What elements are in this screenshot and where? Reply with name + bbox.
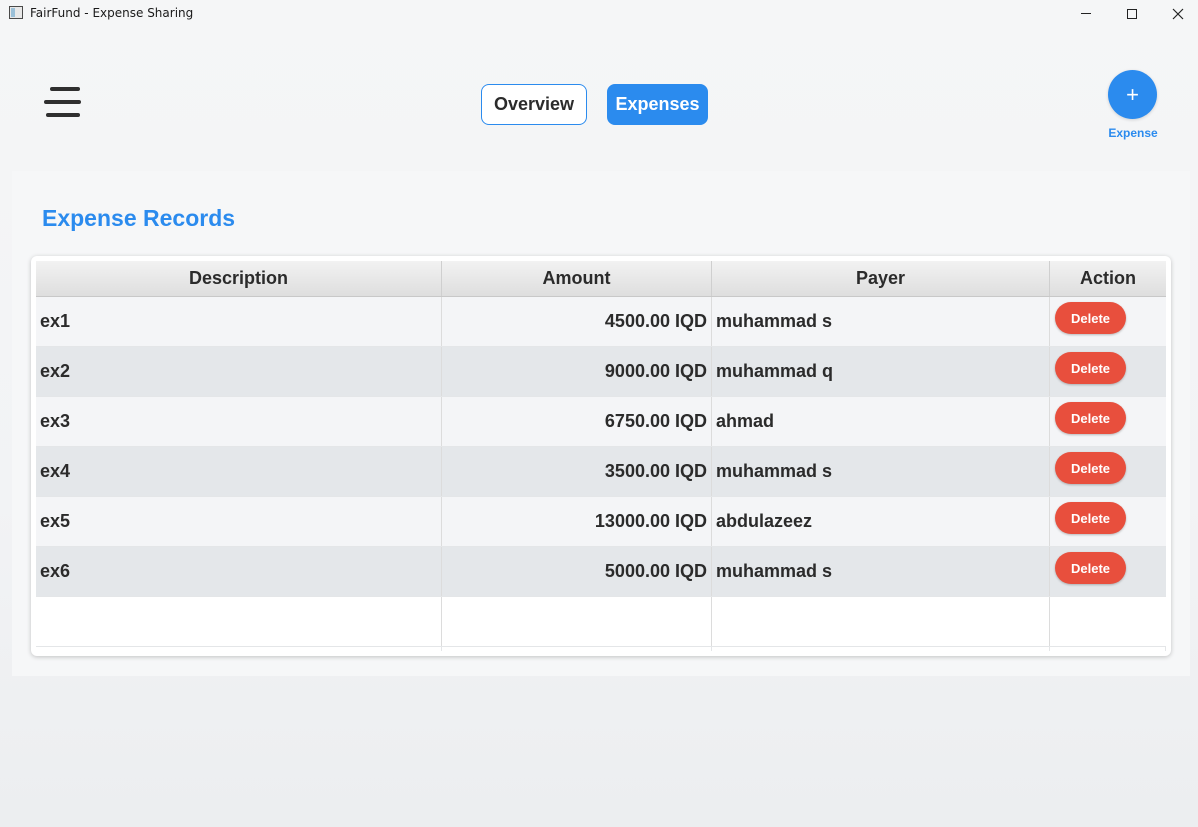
cell-description: ex4	[36, 447, 442, 496]
tab-expenses[interactable]: Expenses	[607, 84, 708, 125]
cell-payer: muhammad s	[712, 297, 1050, 346]
delete-button[interactable]: Delete	[1055, 452, 1126, 484]
cell-amount: 13000.00 IQD	[442, 497, 712, 546]
delete-button[interactable]: Delete	[1055, 552, 1126, 584]
empty-cell	[36, 597, 442, 646]
cell-amount: 6750.00 IQD	[442, 397, 712, 446]
add-expense-button[interactable]: +	[1108, 70, 1157, 119]
delete-button[interactable]: Delete	[1055, 302, 1126, 334]
table-row[interactable]: ex2 9000.00 IQD muhammad q Delete	[36, 347, 1166, 397]
cell-amount: 3500.00 IQD	[442, 447, 712, 496]
column-header-action[interactable]: Action	[1050, 261, 1166, 296]
cell-action: Delete	[1050, 347, 1166, 396]
tab-overview[interactable]: Overview	[481, 84, 587, 125]
app-window: FairFund - Expense Sharing Overview Expe…	[0, 0, 1198, 827]
cell-description: ex6	[36, 547, 442, 596]
app-icon	[9, 6, 23, 19]
cell-description: ex2	[36, 347, 442, 396]
table-tail	[36, 647, 1166, 651]
table-row[interactable]: ex4 3500.00 IQD muhammad s Delete	[36, 447, 1166, 497]
cell-payer: ahmad	[712, 397, 1050, 446]
column-header-description[interactable]: Description	[36, 261, 442, 296]
add-expense-label[interactable]: Expense	[1100, 126, 1166, 140]
cell-payer: muhammad s	[712, 547, 1050, 596]
minimize-icon	[1081, 13, 1091, 14]
cell-amount: 4500.00 IQD	[442, 297, 712, 346]
minimize-button[interactable]	[1063, 0, 1109, 27]
close-button[interactable]	[1155, 0, 1198, 27]
table-row[interactable]: ex3 6750.00 IQD ahmad Delete	[36, 397, 1166, 447]
plus-icon: +	[1126, 81, 1139, 107]
cell-action: Delete	[1050, 397, 1166, 446]
close-icon	[1172, 8, 1184, 19]
cell-action: Delete	[1050, 547, 1166, 596]
hamburger-menu-icon[interactable]	[44, 87, 84, 121]
cell-action: Delete	[1050, 297, 1166, 346]
cell-payer: muhammad q	[712, 347, 1050, 396]
table-row[interactable]: ex5 13000.00 IQD abdulazeez Delete	[36, 497, 1166, 547]
title-bar: FairFund - Expense Sharing	[0, 0, 1198, 27]
empty-cell	[712, 597, 1050, 646]
cell-payer: abdulazeez	[712, 497, 1050, 546]
empty-table-row	[36, 597, 1166, 647]
table-row[interactable]: ex1 4500.00 IQD muhammad s Delete	[36, 297, 1166, 347]
expense-table: Description Amount Payer Action ex1 4500…	[36, 261, 1166, 651]
maximize-button[interactable]	[1109, 0, 1155, 27]
cell-amount: 5000.00 IQD	[442, 547, 712, 596]
cell-description: ex5	[36, 497, 442, 546]
column-header-payer[interactable]: Payer	[712, 261, 1050, 296]
maximize-icon	[1127, 8, 1137, 19]
cell-description: ex1	[36, 297, 442, 346]
delete-button[interactable]: Delete	[1055, 402, 1126, 434]
table-header: Description Amount Payer Action	[36, 261, 1166, 297]
cell-amount: 9000.00 IQD	[442, 347, 712, 396]
cell-description: ex3	[36, 397, 442, 446]
delete-button[interactable]: Delete	[1055, 502, 1126, 534]
cell-action: Delete	[1050, 447, 1166, 496]
window-title: FairFund - Expense Sharing	[30, 6, 194, 20]
column-header-amount[interactable]: Amount	[442, 261, 712, 296]
empty-cell	[1050, 597, 1166, 646]
empty-cell	[442, 597, 712, 646]
cell-payer: muhammad s	[712, 447, 1050, 496]
table-row[interactable]: ex6 5000.00 IQD muhammad s Delete	[36, 547, 1166, 597]
delete-button[interactable]: Delete	[1055, 352, 1126, 384]
section-title: Expense Records	[42, 205, 236, 231]
cell-action: Delete	[1050, 497, 1166, 546]
